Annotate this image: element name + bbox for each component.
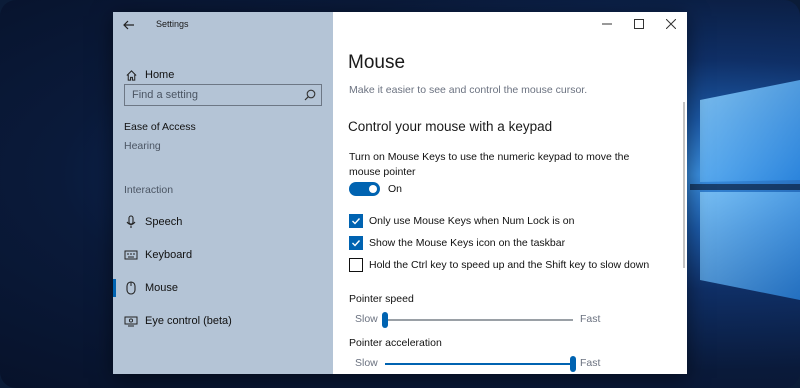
checkbox-checked-icon[interactable] — [349, 236, 363, 250]
sidebar-item-label: Home — [145, 69, 175, 81]
slider-fill — [385, 363, 573, 365]
minimize-button[interactable] — [591, 12, 623, 36]
sidebar-item-label: Mouse — [145, 282, 179, 294]
toggle-state-label: On — [388, 183, 403, 195]
checkbox-label: Show the Mouse Keys icon on the taskbar — [369, 237, 566, 249]
mouse-icon — [124, 281, 138, 295]
checkbox-label: Hold the Ctrl key to speed up and the Sh… — [369, 259, 650, 271]
eye-control-icon — [124, 314, 138, 328]
page-description: Make it easier to see and control the mo… — [349, 84, 588, 96]
pointer-acceleration-title: Pointer acceleration — [349, 337, 442, 349]
sidebar-item-eye-control[interactable]: Eye control (beta) — [113, 308, 333, 334]
checkbox-checked-icon[interactable] — [349, 214, 363, 228]
home-icon — [124, 68, 138, 82]
mouse-keys-description: Turn on Mouse Keys to use the numeric ke… — [349, 151, 630, 178]
pointer-speed-slider[interactable] — [382, 312, 573, 328]
pointer-speed-min-label: Slow — [355, 313, 378, 325]
pointer-speed-title: Pointer speed — [349, 293, 414, 305]
scrollbar[interactable] — [683, 102, 685, 268]
sidebar-item-label: Keyboard — [145, 249, 193, 261]
app-title: Settings — [156, 19, 189, 29]
main-content: Mouse Make it easier to see and control … — [333, 12, 687, 374]
desktop-background: Settings Home Find a setting Ease of Acc… — [0, 0, 800, 388]
sidebar-item-label: Speech — [145, 216, 183, 228]
back-arrow-icon[interactable] — [121, 17, 137, 33]
toggle-knob — [369, 185, 377, 193]
sidebar: Settings Home Find a setting Ease of Acc… — [113, 12, 333, 374]
section-heading: Control your mouse with a keypad — [348, 119, 553, 134]
pointer-acceleration-max-label: Fast — [580, 357, 601, 369]
search-placeholder: Find a setting — [132, 89, 199, 101]
sidebar-item-hearing[interactable]: Hearing — [124, 140, 161, 152]
page-title: Mouse — [348, 52, 406, 73]
sidebar-item-label: Eye control (beta) — [145, 315, 232, 327]
close-button[interactable] — [655, 12, 687, 36]
slider-thumb[interactable] — [382, 312, 388, 328]
minimize-icon — [602, 23, 612, 25]
title-bar: Settings — [113, 12, 333, 38]
settings-window: Settings Home Find a setting Ease of Acc… — [113, 12, 687, 374]
search-input[interactable]: Find a setting — [124, 84, 322, 106]
pointer-speed-max-label: Fast — [580, 313, 601, 325]
sidebar-item-keyboard[interactable]: Keyboard — [113, 242, 333, 268]
group-title: Interaction — [124, 184, 174, 196]
microphone-icon — [124, 215, 138, 229]
section-title: Ease of Access — [124, 121, 196, 133]
windows-logo-icon — [690, 80, 800, 300]
search-icon[interactable] — [303, 88, 317, 102]
pointer-acceleration-min-label: Slow — [355, 357, 378, 369]
sidebar-item-mouse[interactable]: Mouse — [113, 275, 333, 301]
checkbox-num-lock[interactable]: Only use Mouse Keys when Num Lock is on — [349, 214, 574, 228]
checkbox-taskbar-icon[interactable]: Show the Mouse Keys icon on the taskbar — [349, 236, 565, 250]
maximize-button[interactable] — [623, 12, 655, 36]
close-icon — [666, 19, 676, 29]
mouse-keys-toggle[interactable] — [349, 182, 380, 196]
checkbox-ctrl-shift[interactable]: Hold the Ctrl key to speed up and the Sh… — [349, 258, 649, 272]
checkbox-unchecked-icon[interactable] — [349, 258, 363, 272]
sidebar-item-speech[interactable]: Speech — [113, 209, 333, 235]
pointer-acceleration-slider[interactable] — [385, 356, 576, 372]
slider-thumb[interactable] — [570, 356, 576, 372]
checkbox-label: Only use Mouse Keys when Num Lock is on — [369, 215, 575, 227]
keyboard-icon — [124, 248, 138, 262]
maximize-icon — [634, 19, 644, 29]
